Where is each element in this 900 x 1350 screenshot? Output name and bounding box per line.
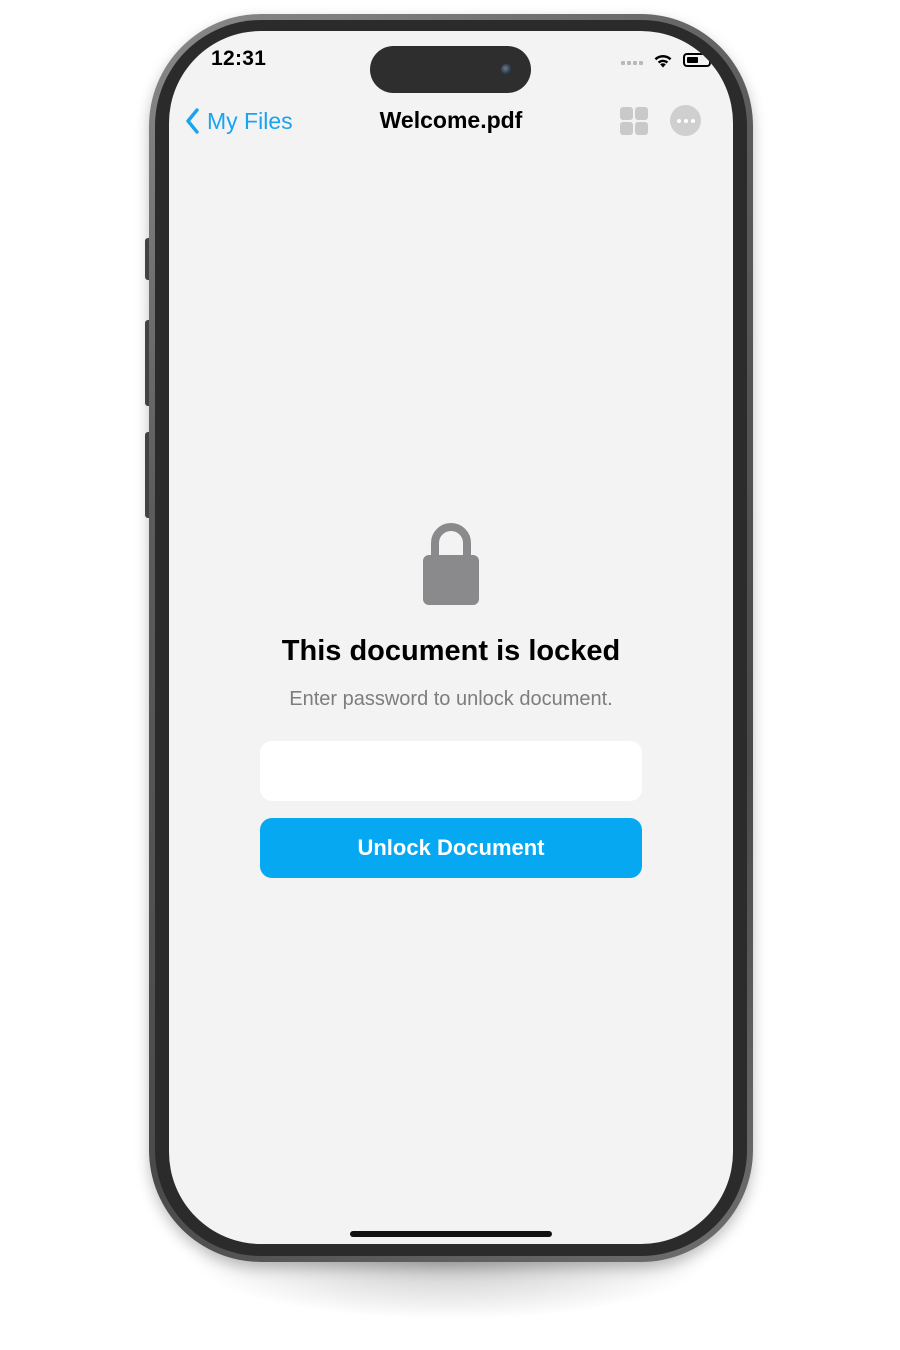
password-input[interactable] xyxy=(260,741,642,801)
dynamic-island xyxy=(370,46,531,93)
device-stage: 12:31 My Files Welcome.pdf This document… xyxy=(0,0,900,1350)
front-camera-icon xyxy=(501,64,512,75)
document-title: Welcome.pdf xyxy=(379,107,523,133)
lock-icon xyxy=(423,523,479,605)
phone-screen: 12:31 My Files Welcome.pdf This document… xyxy=(169,31,733,1244)
locked-subtitle: Enter password to unlock document. xyxy=(289,688,613,710)
status-indicators xyxy=(621,49,714,71)
locked-title: This document is locked xyxy=(281,635,621,667)
wifi-icon xyxy=(654,54,672,67)
more-options-icon[interactable] xyxy=(670,105,701,136)
unlock-document-button-label: Unlock Document xyxy=(357,835,545,860)
cellular-signal-icon xyxy=(621,55,643,65)
unlock-document-button[interactable]: Unlock Document xyxy=(260,818,642,878)
grid-icon[interactable] xyxy=(620,107,648,135)
status-time: 12:31 xyxy=(211,47,267,70)
home-indicator[interactable] xyxy=(350,1231,552,1237)
battery-icon xyxy=(683,53,714,67)
